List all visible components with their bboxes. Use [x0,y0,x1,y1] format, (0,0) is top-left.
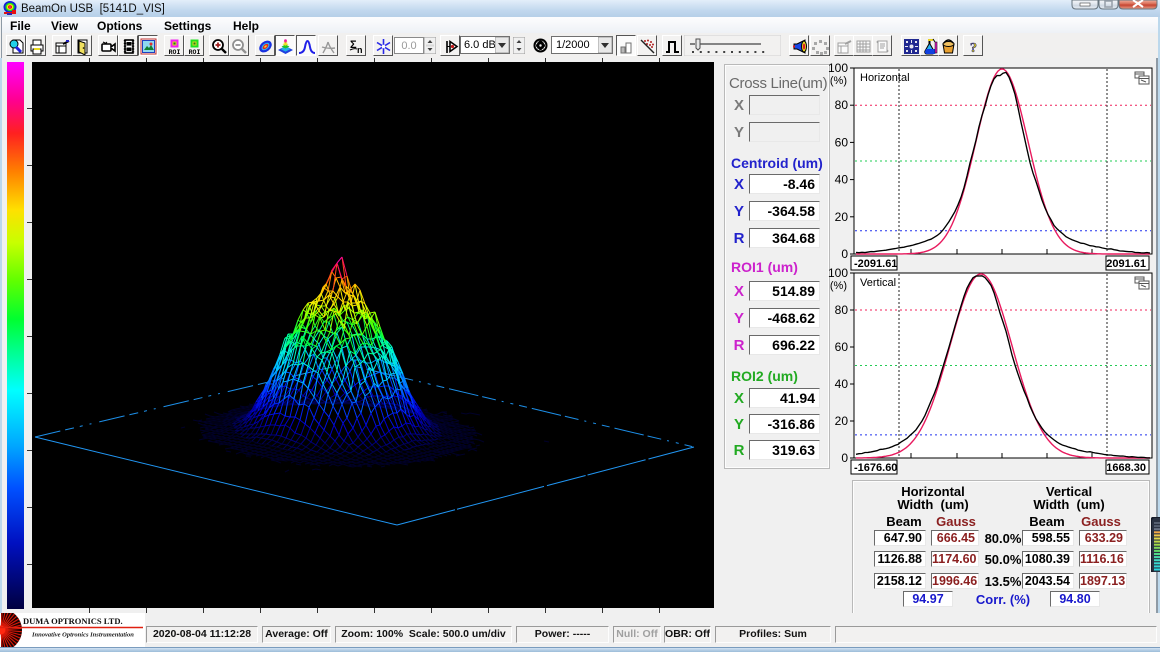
svg-text:?: ? [970,41,977,55]
svg-text:60: 60 [835,135,849,149]
svg-text:DUMA OPTRONICS LTD.: DUMA OPTRONICS LTD. [23,616,123,626]
svg-text:Vertical: Vertical [860,277,896,289]
svg-text:100: 100 [828,266,848,280]
svg-text:ROI: ROI [189,49,201,55]
svg-text:0: 0 [841,247,848,261]
svg-text:0: 0 [841,451,848,465]
svg-text:Innovative Optronics Instrumen: Innovative Optronics Instrumentation [31,632,134,639]
svg-text:Horizontal: Horizontal [860,72,910,84]
svg-text:80: 80 [835,303,849,317]
svg-text:-1676.60: -1676.60 [854,462,897,474]
svg-text:(%): (%) [830,75,847,87]
svg-text:60: 60 [835,340,849,354]
svg-text:100: 100 [828,61,848,75]
svg-text:20: 20 [835,210,849,224]
svg-text:40: 40 [835,377,849,391]
svg-text:(%): (%) [830,280,847,292]
svg-text:n: n [357,45,363,55]
svg-text:1668.30: 1668.30 [1106,462,1146,474]
svg-text:80: 80 [835,98,849,112]
svg-text:20: 20 [835,414,849,428]
svg-text:ROI: ROI [169,49,181,55]
svg-text:40: 40 [835,173,849,187]
